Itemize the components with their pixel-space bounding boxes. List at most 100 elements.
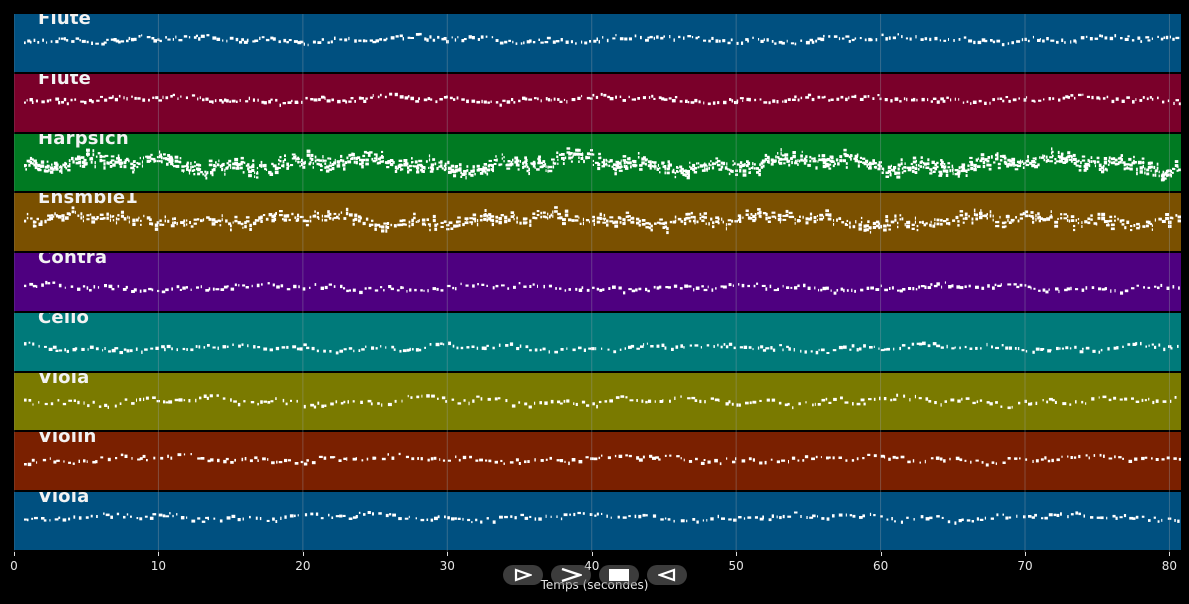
note	[54, 212, 56, 216]
note	[255, 516, 258, 521]
note	[601, 513, 603, 516]
note	[1090, 218, 1093, 222]
note	[742, 216, 744, 220]
note	[246, 38, 249, 43]
play-button[interactable]	[503, 565, 543, 585]
note	[371, 224, 374, 227]
stop-button[interactable]	[599, 565, 639, 585]
note	[161, 290, 166, 294]
note	[770, 345, 773, 350]
track-2[interactable]: Flute	[14, 73, 1181, 132]
note	[228, 163, 232, 167]
note	[607, 348, 610, 351]
note	[539, 348, 542, 351]
note	[825, 286, 829, 290]
note	[1095, 223, 1098, 226]
note	[641, 219, 646, 223]
note	[671, 98, 676, 103]
note	[929, 171, 933, 175]
note	[859, 347, 862, 351]
note	[851, 38, 855, 42]
note	[391, 345, 395, 349]
note	[61, 218, 65, 222]
track-7[interactable]: Viola	[14, 372, 1181, 431]
note	[1096, 160, 1100, 163]
note	[945, 169, 949, 173]
forward-button[interactable]	[551, 565, 591, 585]
note	[381, 229, 385, 233]
note	[294, 216, 297, 220]
note	[401, 399, 403, 403]
track-4[interactable]: Ensmble1	[14, 193, 1181, 252]
note	[711, 288, 714, 292]
note	[657, 167, 659, 171]
note	[641, 160, 645, 165]
note	[137, 96, 141, 100]
note	[816, 215, 818, 218]
note	[188, 168, 192, 172]
note	[941, 160, 944, 164]
note	[687, 35, 692, 38]
note	[383, 222, 387, 225]
note	[980, 156, 985, 160]
note	[332, 218, 334, 222]
note	[486, 218, 488, 223]
note	[1018, 401, 1021, 405]
note	[1087, 221, 1091, 225]
note	[252, 162, 255, 166]
note	[765, 347, 770, 350]
note	[1020, 159, 1022, 163]
note	[1092, 349, 1096, 353]
note	[836, 218, 838, 223]
rewind-button[interactable]	[647, 565, 687, 585]
note	[627, 219, 631, 222]
note	[920, 159, 923, 163]
note	[472, 217, 477, 221]
note	[896, 171, 901, 175]
note	[253, 344, 256, 349]
note	[975, 213, 979, 217]
note	[362, 154, 366, 157]
note	[209, 393, 213, 397]
note	[80, 212, 83, 216]
note	[250, 400, 255, 403]
note	[989, 214, 992, 218]
note	[387, 453, 389, 457]
track-3[interactable]: Harpsich	[14, 133, 1181, 192]
note	[226, 165, 229, 168]
note	[511, 97, 514, 101]
note	[1026, 95, 1028, 99]
note	[287, 459, 291, 462]
track-1[interactable]: Flute	[14, 14, 1181, 72]
note	[101, 159, 106, 162]
note	[932, 170, 936, 173]
note	[301, 158, 304, 162]
note	[980, 213, 982, 217]
note	[119, 164, 123, 168]
note	[394, 169, 398, 173]
note	[446, 228, 450, 231]
track-5[interactable]: Contra	[14, 253, 1181, 311]
track-8[interactable]: Violin	[14, 432, 1181, 491]
note	[829, 213, 832, 218]
note	[564, 213, 569, 218]
note	[236, 100, 238, 103]
note	[1122, 458, 1124, 461]
track-6[interactable]: Cello	[14, 312, 1181, 371]
note	[1077, 222, 1080, 225]
note	[1013, 164, 1015, 167]
note	[407, 394, 409, 397]
note	[689, 161, 691, 164]
note	[872, 226, 876, 230]
note	[548, 284, 552, 288]
track-notes	[24, 92, 1181, 107]
note	[354, 99, 356, 103]
note	[1020, 163, 1022, 167]
track-9[interactable]: Viola	[14, 492, 1181, 550]
note	[136, 165, 139, 168]
note	[30, 40, 32, 44]
note	[479, 215, 483, 218]
note	[479, 459, 483, 462]
note	[331, 516, 334, 520]
note	[799, 219, 801, 223]
